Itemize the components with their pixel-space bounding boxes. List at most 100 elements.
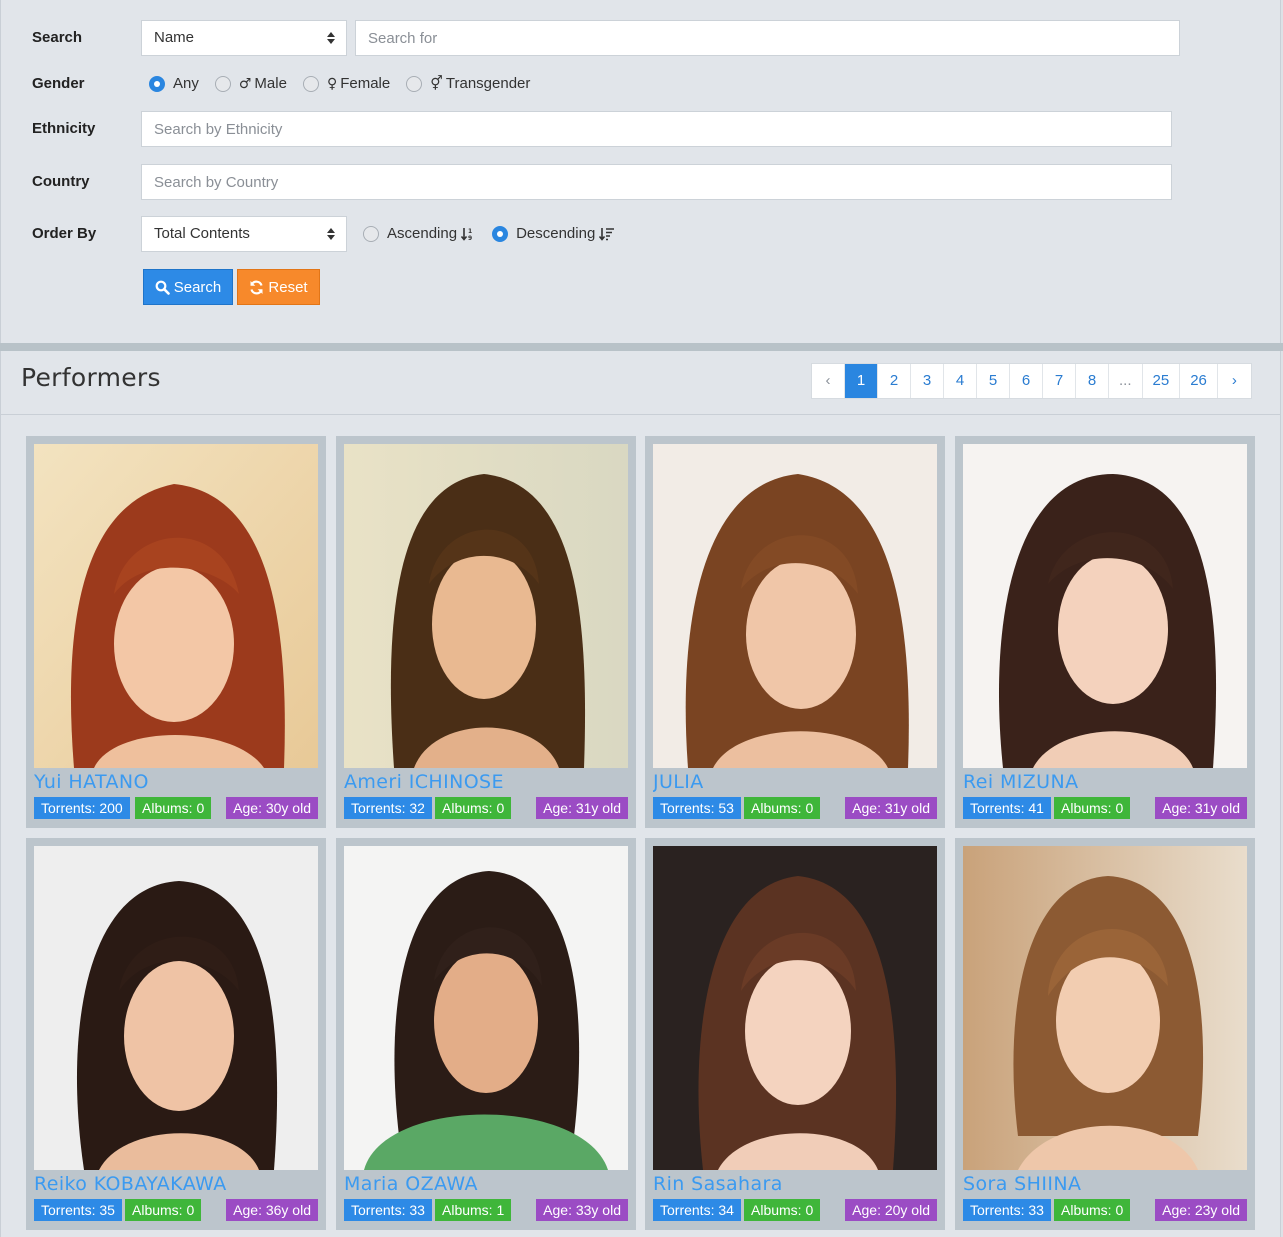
pagination-page-7[interactable]: 7: [1043, 364, 1076, 398]
ethnicity-label: Ethnicity: [32, 120, 96, 137]
radio-icon[interactable]: [492, 225, 509, 242]
performer-card[interactable]: Reiko KOBAYAKAWA Torrents: 35 Albums: 0 …: [26, 838, 326, 1230]
performer-name-link[interactable]: Maria OZAWA: [344, 1173, 628, 1195]
performer-stats: Torrents: 33 Albums: 0 Age: 23y old: [963, 1199, 1247, 1221]
radio-icon[interactable]: [214, 75, 231, 92]
pagination: ‹ 1 2 3 4 5 6 7 8 ... 25 26 ›: [811, 363, 1252, 399]
performer-card[interactable]: Rin Sasahara Torrents: 34 Albums: 0 Age:…: [645, 838, 945, 1230]
performer-name-link[interactable]: Yui HATANO: [34, 771, 318, 793]
radio-icon[interactable]: [363, 225, 379, 242]
performers-panel: Performers ‹ 1 2 3 4 5 6 7 8 ... 25 26 ›: [0, 351, 1281, 1237]
section-divider: [0, 343, 1283, 351]
svg-text:1: 1: [468, 228, 472, 235]
pagination-page-26[interactable]: 26: [1180, 364, 1218, 398]
age-badge: Age: 31y old: [1155, 797, 1247, 819]
performer-photo[interactable]: [653, 846, 937, 1170]
age-badge: Age: 20y old: [845, 1199, 937, 1221]
performer-card[interactable]: Ameri ICHINOSE Torrents: 32 Albums: 0 Ag…: [336, 436, 636, 828]
performer-card[interactable]: Maria OZAWA Torrents: 33 Albums: 1 Age: …: [336, 838, 636, 1230]
country-input[interactable]: [141, 164, 1172, 200]
filter-panel: Search Name Gender Any ♂ Male ♀ Female ⚥…: [0, 0, 1281, 343]
country-label: Country: [32, 173, 90, 190]
radio-icon[interactable]: [302, 75, 319, 92]
sort-ascending-option[interactable]: Ascending 19: [363, 225, 475, 242]
female-symbol-icon: ♀: [326, 75, 338, 92]
pagination-prev[interactable]: ‹: [812, 364, 845, 398]
performer-photo[interactable]: [344, 444, 628, 768]
select-arrows-icon: [327, 32, 336, 44]
performer-name-link[interactable]: Rin Sasahara: [653, 1173, 937, 1195]
search-button[interactable]: Search: [143, 269, 233, 305]
gender-option-label: Female: [340, 75, 391, 92]
pagination-page-4[interactable]: 4: [944, 364, 977, 398]
torrents-badge: Torrents: 33: [344, 1199, 432, 1221]
ethnicity-input[interactable]: [141, 111, 1172, 147]
albums-badge: Albums: 0: [435, 797, 512, 819]
performer-photo[interactable]: [344, 846, 628, 1170]
order-by-select-value: Total Contents: [154, 225, 250, 242]
pagination-page-6[interactable]: 6: [1010, 364, 1043, 398]
performer-photo[interactable]: [653, 444, 937, 768]
order-by-select[interactable]: Total Contents: [141, 216, 347, 252]
performer-card[interactable]: Yui HATANO Torrents: 200 Albums: 0 Age: …: [26, 436, 326, 828]
performer-name-link[interactable]: Reiko KOBAYAKAWA: [34, 1173, 318, 1195]
pagination-next[interactable]: ›: [1218, 364, 1251, 398]
performer-name-link[interactable]: JULIA: [653, 771, 937, 793]
gender-option-female[interactable]: ♀ Female: [302, 75, 391, 92]
pagination-page-25[interactable]: 25: [1143, 364, 1181, 398]
search-input[interactable]: [355, 20, 1180, 56]
gender-option-label: Male: [254, 75, 287, 92]
sort-direction-group: Ascending 19 Descending: [363, 225, 629, 242]
gender-option-transgender[interactable]: ⚥ Transgender: [406, 75, 530, 92]
performer-card[interactable]: Rei MIZUNA Torrents: 41 Albums: 0 Age: 3…: [955, 436, 1255, 828]
performer-name-link[interactable]: Rei MIZUNA: [963, 771, 1247, 793]
performer-stats: Torrents: 41 Albums: 0 Age: 31y old: [963, 797, 1247, 819]
torrents-badge: Torrents: 33: [963, 1199, 1051, 1221]
reset-button-label: Reset: [268, 278, 308, 296]
performer-stats: Torrents: 32 Albums: 0 Age: 31y old: [344, 797, 628, 819]
radio-icon[interactable]: [406, 75, 423, 92]
performer-name-link[interactable]: Ameri ICHINOSE: [344, 771, 628, 793]
performer-name-link[interactable]: Sora SHIINA: [963, 1173, 1247, 1195]
pagination-page-5[interactable]: 5: [977, 364, 1010, 398]
gender-option-label: Transgender: [445, 75, 531, 92]
performer-stats: Torrents: 200 Albums: 0 Age: 30y old: [34, 797, 318, 819]
performer-stats: Torrents: 35 Albums: 0 Age: 36y old: [34, 1199, 318, 1221]
reset-button[interactable]: Reset: [237, 269, 320, 305]
radio-icon[interactable]: [149, 75, 165, 92]
age-badge: Age: 31y old: [845, 797, 937, 819]
gender-option-any[interactable]: Any: [149, 75, 199, 92]
gender-label: Gender: [32, 75, 85, 92]
age-badge: Age: 33y old: [536, 1199, 628, 1221]
gender-option-male[interactable]: ♂ Male: [214, 75, 287, 92]
gender-option-label: Any: [173, 75, 199, 92]
pagination-page-2[interactable]: 2: [878, 364, 911, 398]
age-badge: Age: 36y old: [226, 1199, 318, 1221]
performer-photo[interactable]: [963, 846, 1247, 1170]
refresh-icon: [249, 280, 264, 295]
search-field-select[interactable]: Name: [141, 20, 347, 56]
performer-photo[interactable]: [34, 846, 318, 1170]
sort-ascending-icon: 19: [460, 227, 475, 242]
performer-card[interactable]: JULIA Torrents: 53 Albums: 0 Age: 31y ol…: [645, 436, 945, 828]
performer-photo[interactable]: [963, 444, 1247, 768]
sort-descending-option[interactable]: Descending: [492, 225, 615, 242]
performer-card[interactable]: Sora SHIINA Torrents: 33 Albums: 0 Age: …: [955, 838, 1255, 1230]
pagination-page-1[interactable]: 1: [845, 364, 878, 398]
search-button-label: Search: [173, 278, 222, 296]
sort-descending-label: Descending: [516, 225, 596, 242]
pagination-ellipsis: ...: [1109, 364, 1143, 398]
sort-ascending-label: Ascending: [387, 225, 458, 242]
torrents-badge: Torrents: 34: [653, 1199, 741, 1221]
pagination-page-3[interactable]: 3: [911, 364, 944, 398]
albums-badge: Albums: 0: [125, 1199, 202, 1221]
pagination-page-8[interactable]: 8: [1076, 364, 1109, 398]
order-by-label: Order By: [32, 225, 97, 242]
performer-stats: Torrents: 33 Albums: 1 Age: 33y old: [344, 1199, 628, 1221]
albums-badge: Albums: 0: [744, 1199, 821, 1221]
select-arrows-icon: [327, 228, 336, 240]
search-icon: [155, 280, 170, 295]
search-label: Search: [32, 29, 83, 46]
albums-badge: Albums: 1: [435, 1199, 512, 1221]
performer-photo[interactable]: [34, 444, 318, 768]
